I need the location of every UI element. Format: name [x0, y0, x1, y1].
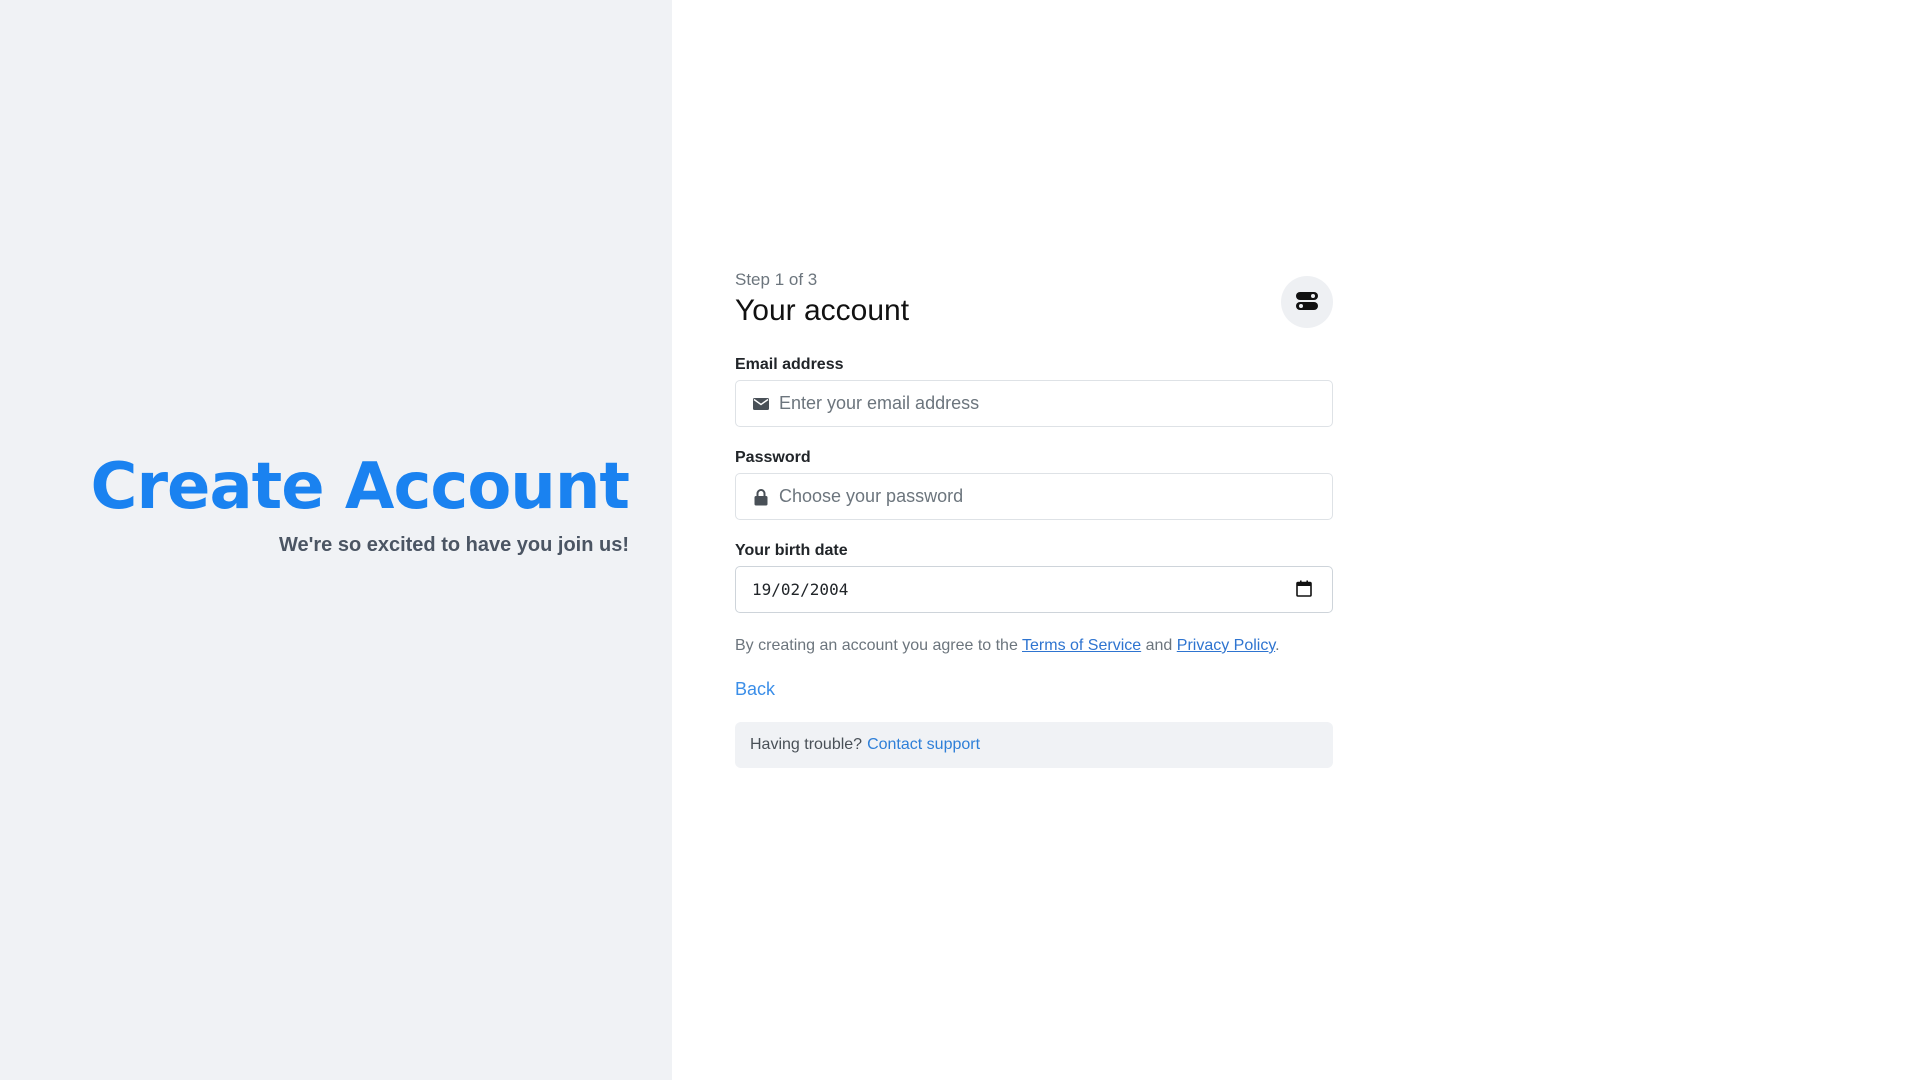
- page: Create Account We're so excited to have …: [0, 0, 1920, 1080]
- birthdate-label: Your birth date: [735, 542, 848, 559]
- email-field-group: Email address: [735, 356, 1333, 427]
- password-label: Password: [735, 449, 811, 466]
- form-title: Your account: [735, 294, 910, 327]
- terms-suffix: .: [1275, 637, 1280, 654]
- birthdate-field-group: Your birth date 19/02/2004: [735, 542, 1333, 613]
- support-box: Having trouble? Contact support: [735, 722, 1333, 768]
- email-label: Email address: [735, 356, 844, 373]
- terms-and: and: [1145, 637, 1173, 654]
- birthdate-input[interactable]: 19/02/2004: [735, 566, 1333, 613]
- terms-prefix: By creating an account you agree to the: [735, 637, 1018, 654]
- envelope-icon: [752, 395, 770, 413]
- lock-icon: [752, 488, 770, 506]
- right-panel: Step 1 of 3 Your account Email address E…: [672, 0, 1920, 1080]
- theme-toggle-button[interactable]: [1281, 276, 1333, 328]
- hero: Create Account We're so excited to have …: [91, 449, 630, 557]
- terms-of-service-link[interactable]: Terms of Service: [1022, 637, 1141, 654]
- password-input[interactable]: [736, 474, 1332, 519]
- hero-title: Create Account: [90, 450, 630, 524]
- password-input-wrapper: [735, 473, 1333, 520]
- support-text: Having trouble?: [750, 736, 863, 753]
- signup-form: Step 1 of 3 Your account Email address E…: [735, 270, 1333, 768]
- left-panel: Create Account We're so excited to have …: [0, 0, 672, 1080]
- password-field-group: Password: [735, 449, 1333, 520]
- calendar-icon[interactable]: [1296, 580, 1314, 598]
- contact-support-link[interactable]: Contact support: [867, 736, 980, 754]
- toggle-icon: [1296, 291, 1318, 314]
- back-link[interactable]: Back: [735, 679, 775, 700]
- hero-subtitle: We're so excited to have you join us!: [278, 533, 629, 556]
- privacy-policy-link[interactable]: Privacy Policy: [1177, 637, 1275, 654]
- email-input-wrapper: [735, 380, 1333, 427]
- form-header: Step 1 of 3 Your account: [735, 270, 1333, 334]
- step-indicator: Step 1 of 3: [735, 270, 818, 289]
- birthdate-value: 19/02/2004: [752, 580, 849, 599]
- email-input[interactable]: [736, 381, 1332, 426]
- terms-text: By creating an account you agree to the …: [735, 637, 1333, 655]
